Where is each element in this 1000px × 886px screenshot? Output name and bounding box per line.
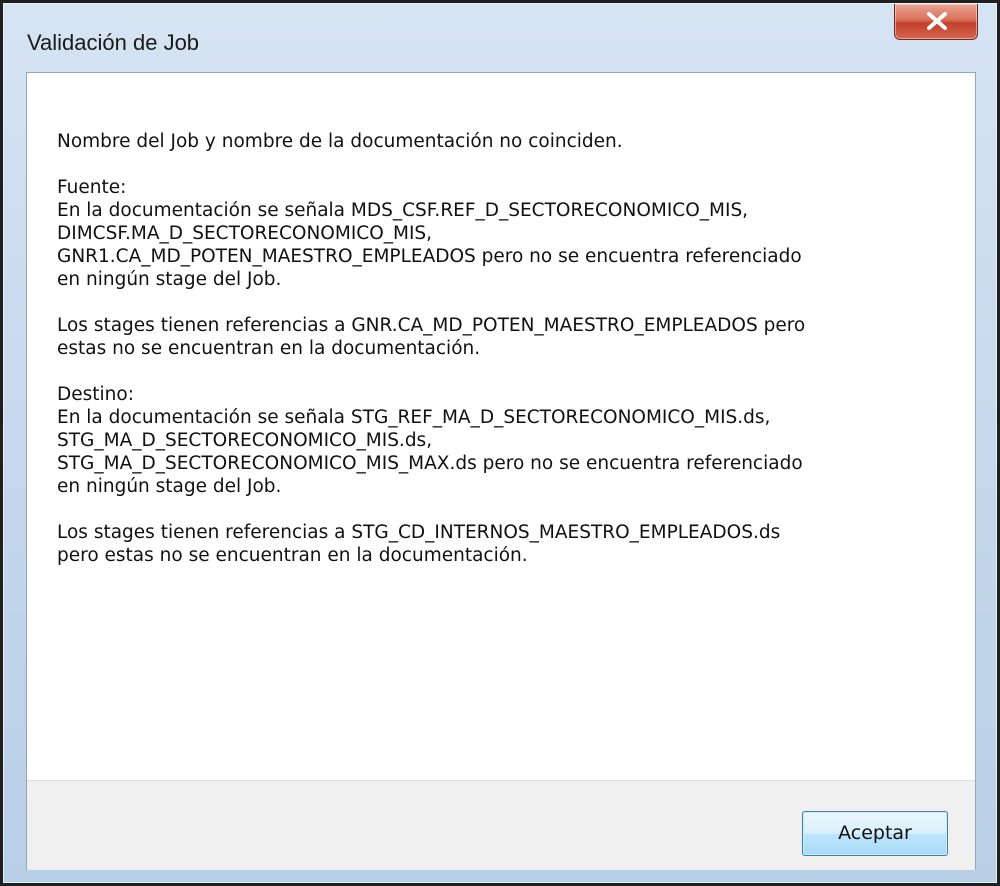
message-area: Nombre del Job y nombre de la documentac… (27, 73, 975, 780)
accept-button[interactable]: Aceptar (802, 811, 948, 856)
close-button[interactable] (894, 4, 978, 40)
destino-line: En la documentación se señala STG_REF_MA… (57, 407, 771, 428)
window-frame: Validación de Job Nombre del Job y nombr… (3, 3, 997, 883)
destino-heading: Destino: (57, 384, 134, 405)
fuente-stages-line: estas no se encuentran en la documentaci… (57, 338, 481, 359)
title-bar[interactable]: Validación de Job (4, 4, 996, 72)
window-title: Validación de Job (27, 30, 200, 55)
button-bar: Aceptar (27, 780, 975, 870)
dialog-window: Validación de Job Nombre del Job y nombr… (0, 0, 1000, 886)
fuente-line: en ningún stage del Job. (57, 269, 282, 290)
fuente-line: DIMCSF.MA_D_SECTORECONOMICO_MIS, (57, 223, 433, 244)
fuente-line: En la documentación se señala MDS_CSF.RE… (57, 200, 749, 221)
message-text: Nombre del Job y nombre de la documentac… (57, 130, 957, 567)
destino-stages-line: Los stages tienen referencias a STG_CD_I… (57, 522, 781, 543)
fuente-heading: Fuente: (57, 177, 127, 198)
fuente-section: Fuente: En la documentación se señala MD… (57, 176, 957, 360)
fuente-line: GNR1.CA_MD_POTEN_MAESTRO_EMPLEADOS pero … (57, 246, 802, 267)
destino-line: STG_MA_D_SECTORECONOMICO_MIS_MAX.ds pero… (57, 453, 803, 474)
destino-stages-line: pero estas no se encuentran en la docume… (57, 545, 528, 566)
destino-line: STG_MA_D_SECTORECONOMICO_MIS.ds, (57, 430, 433, 451)
close-x-icon (927, 12, 947, 30)
fuente-stages-line: Los stages tienen referencias a GNR.CA_M… (57, 315, 806, 336)
destino-section: Destino: En la documentación se señala S… (57, 383, 957, 567)
dialog-client-area: Nombre del Job y nombre de la documentac… (26, 72, 976, 870)
intro-text: Nombre del Job y nombre de la documentac… (57, 131, 623, 152)
destino-line: en ningún stage del Job. (57, 476, 282, 497)
